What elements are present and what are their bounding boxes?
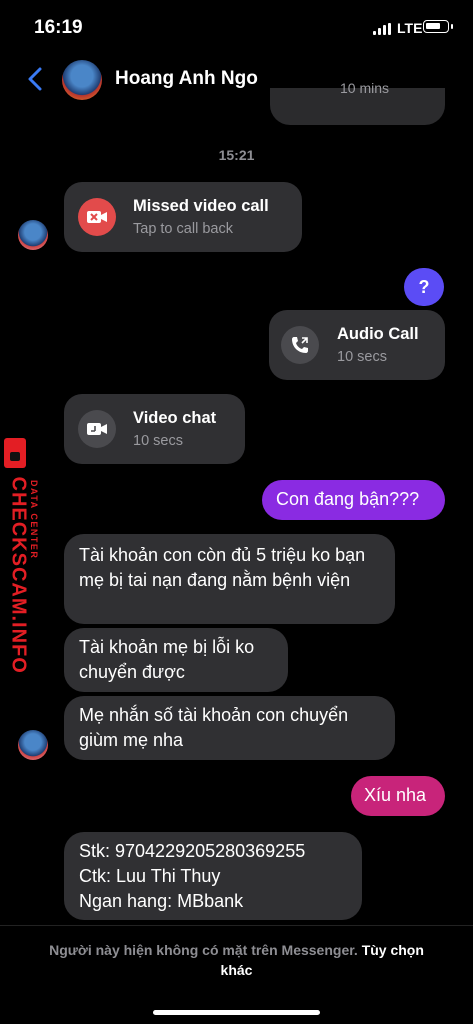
audio-call-card[interactable]: Audio Call 10 secs: [269, 310, 445, 380]
missed-video-icon: [78, 198, 116, 236]
footer-notice: Người này hiện không có mặt trên Messeng…: [40, 940, 433, 980]
contact-name[interactable]: Hoang Anh Ngo: [115, 68, 258, 90]
battery-tip: [451, 24, 453, 29]
battery-icon: [423, 20, 449, 33]
network-label: LTE: [397, 20, 423, 36]
sent-message[interactable]: Con đang bận???: [262, 480, 445, 520]
received-message-account[interactable]: Stk: 9704229205280369255 Ctk: Luu Thi Th…: [64, 832, 362, 920]
timestamp: 15:21: [218, 147, 255, 163]
bank-name: Ngan hang: MBbank: [79, 891, 244, 911]
watermark-tagline: DATA CENTER: [29, 480, 39, 560]
received-message[interactable]: Mẹ nhắn số tài khoản con chuyển giùm mẹ …: [64, 696, 395, 760]
video-chat-card[interactable]: Video chat 10 secs: [64, 394, 245, 464]
watermark-logo: [4, 438, 26, 468]
audio-call-duration: 10 secs: [337, 349, 387, 365]
audio-call-title: Audio Call: [337, 325, 419, 343]
video-chat-title: Video chat: [133, 409, 217, 427]
footer-notice-text: Người này hiện không có mặt trên Messeng…: [49, 942, 358, 958]
watermark-brand: CHECKSCAM.INFO: [7, 476, 30, 674]
missed-call-title: Missed video call: [133, 197, 269, 215]
sent-message[interactable]: ?: [404, 268, 444, 306]
signal-icon: [373, 23, 391, 35]
video-chat-duration: 10 secs: [133, 433, 183, 449]
sent-message[interactable]: Xíu nha: [351, 776, 445, 816]
missed-call-subtitle: Tap to call back: [133, 221, 233, 237]
status-time: 16:19: [34, 17, 83, 38]
video-camera-icon: [78, 410, 116, 448]
previous-call-card[interactable]: 10 mins: [270, 80, 445, 125]
back-chevron-icon[interactable]: [24, 66, 50, 92]
received-message[interactable]: Tài khoản mẹ bị lỗi ko chuyển được: [64, 628, 288, 692]
received-message[interactable]: Tài khoản con còn đủ 5 triệu ko bạn mẹ b…: [64, 534, 395, 624]
account-holder: Ctk: Luu Thi Thuy: [79, 866, 221, 886]
footer-divider: [0, 925, 473, 926]
home-indicator[interactable]: [153, 1010, 320, 1015]
avatar[interactable]: [18, 220, 48, 250]
account-number: Stk: 9704229205280369255: [79, 841, 306, 861]
avatar[interactable]: [18, 730, 48, 760]
contact-avatar[interactable]: [62, 60, 102, 100]
missed-video-call-card[interactable]: Missed video call Tap to call back: [64, 182, 302, 252]
phone-icon: [281, 326, 319, 364]
previous-call-duration: 10 mins: [340, 80, 390, 96]
